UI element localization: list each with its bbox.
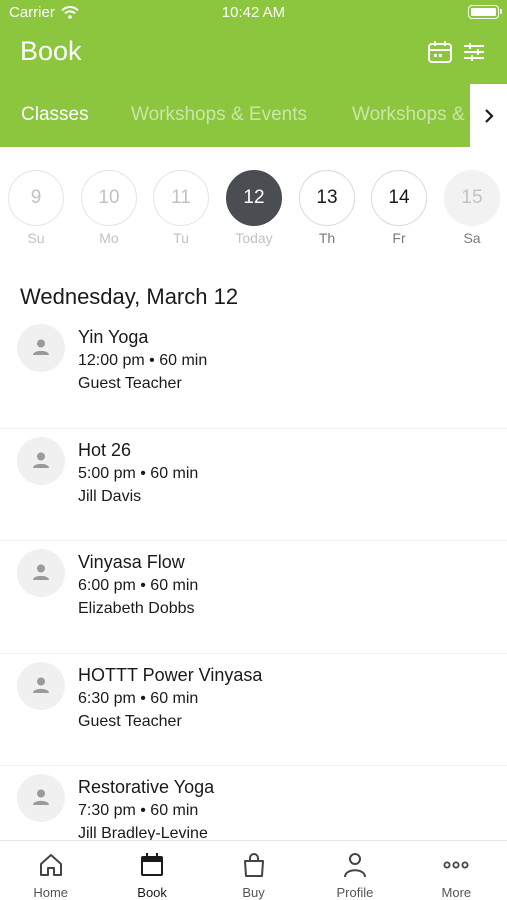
class-name: Restorative Yoga xyxy=(78,777,215,797)
class-name: Yin Yoga xyxy=(78,327,149,347)
class-list: Yin Yoga 12:00 pm • 60 min Guest Teacher… xyxy=(0,316,507,879)
class-time: 5:00 pm • 60 min xyxy=(78,464,199,482)
day-label: Sa xyxy=(463,230,481,246)
nav-label: More xyxy=(441,885,472,900)
class-teacher: Guest Teacher xyxy=(78,712,182,730)
person-placeholder-icon xyxy=(33,339,49,355)
day-number: 11 xyxy=(153,170,209,226)
day-tuesday[interactable]: 11 Tu xyxy=(153,170,209,246)
bottom-tab-bar: Home Book Buy Profile More xyxy=(0,840,507,900)
day-label: Today xyxy=(235,230,273,246)
calendar-icon xyxy=(141,853,164,876)
person-placeholder-icon xyxy=(33,677,49,693)
chevron-right-icon xyxy=(484,108,494,123)
nav-more[interactable]: More xyxy=(406,841,507,900)
person-placeholder-icon xyxy=(33,564,49,580)
class-time: 6:30 pm • 60 min xyxy=(78,689,199,707)
nav-label: Home xyxy=(33,885,69,900)
class-teacher: Guest Teacher xyxy=(78,375,182,392)
tab-workshops-events[interactable]: Workshops & Events xyxy=(131,104,307,126)
person-placeholder-icon xyxy=(33,789,49,805)
calendar-icon[interactable] xyxy=(427,40,453,64)
class-row[interactable]: Yin Yoga 12:00 pm • 60 min Guest Teacher xyxy=(0,316,507,429)
nav-label: Buy xyxy=(242,885,265,900)
teacher-avatar xyxy=(17,774,65,822)
class-name: Vinyasa Flow xyxy=(78,552,185,572)
day-label: Tu xyxy=(173,230,189,246)
tab-workshops-2[interactable]: Workshops & xyxy=(352,104,465,126)
app-header: Carrier 10:42 AM Book Classes Workshops … xyxy=(0,0,507,147)
shopping-bag-icon xyxy=(243,853,264,877)
nav-buy[interactable]: Buy xyxy=(203,841,304,900)
day-number: 9 xyxy=(8,170,64,226)
class-row[interactable]: Vinyasa Flow 6:00 pm • 60 min Elizabeth … xyxy=(0,541,507,654)
nav-label: Profile xyxy=(336,885,374,900)
selected-date-heading: Wednesday, March 12 xyxy=(20,284,239,309)
day-today[interactable]: 12 Today xyxy=(226,170,282,246)
tabs-scroll-button[interactable] xyxy=(470,84,507,147)
day-monday[interactable]: 10 Mo xyxy=(81,170,137,246)
more-dots-icon xyxy=(443,861,469,869)
day-label: Su xyxy=(27,230,45,246)
class-teacher: Elizabeth Dobbs xyxy=(78,600,195,617)
day-number: 14 xyxy=(371,170,427,226)
day-saturday[interactable]: 15 Sa xyxy=(444,170,500,246)
day-friday[interactable]: 14 Fr xyxy=(371,170,427,246)
class-name: Hot 26 xyxy=(78,439,132,460)
class-time: 7:30 pm • 60 min xyxy=(78,802,199,819)
day-label: Th xyxy=(318,230,336,246)
class-time: 6:00 pm • 60 min xyxy=(78,577,199,594)
day-sunday[interactable]: 9 Su xyxy=(8,170,64,246)
person-icon xyxy=(343,853,366,878)
tab-classes[interactable]: Classes xyxy=(21,104,89,126)
day-number: 13 xyxy=(299,170,355,226)
day-number: 12 xyxy=(226,170,282,226)
category-tabs: Classes Workshops & Events Workshops & xyxy=(0,96,507,136)
page-title: Book xyxy=(20,36,82,66)
date-selector: 9 Su 10 Mo 11 Tu 12 Today 13 Th 14 Fr 15… xyxy=(0,170,507,250)
nav-book[interactable]: Book xyxy=(101,841,202,900)
teacher-avatar xyxy=(17,436,65,485)
status-bar: Carrier 10:42 AM xyxy=(0,0,507,24)
teacher-avatar xyxy=(17,549,65,597)
day-number: 15 xyxy=(444,170,500,226)
nav-home[interactable]: Home xyxy=(0,841,101,900)
status-time: 10:42 AM xyxy=(221,4,286,21)
day-label: Mo xyxy=(99,230,119,246)
teacher-avatar xyxy=(17,661,65,710)
class-time: 12:00 pm • 60 min xyxy=(78,352,208,369)
class-row[interactable]: Hot 26 5:00 pm • 60 min Jill Davis xyxy=(0,429,507,541)
class-row[interactable]: HOTTT Power Vinyasa 6:30 pm • 60 min Gue… xyxy=(0,654,507,766)
battery-icon xyxy=(468,5,502,19)
day-label: Fr xyxy=(392,230,406,246)
day-thursday[interactable]: 13 Th xyxy=(299,170,355,246)
home-icon xyxy=(39,854,62,876)
filter-sliders-icon[interactable] xyxy=(461,40,487,64)
class-name: HOTTT Power Vinyasa xyxy=(78,664,263,685)
nav-label: Book xyxy=(137,885,167,900)
nav-profile[interactable]: Profile xyxy=(304,841,405,900)
person-placeholder-icon xyxy=(33,452,49,468)
class-teacher: Jill Davis xyxy=(78,487,142,505)
teacher-avatar xyxy=(17,324,65,372)
day-number: 10 xyxy=(81,170,137,226)
